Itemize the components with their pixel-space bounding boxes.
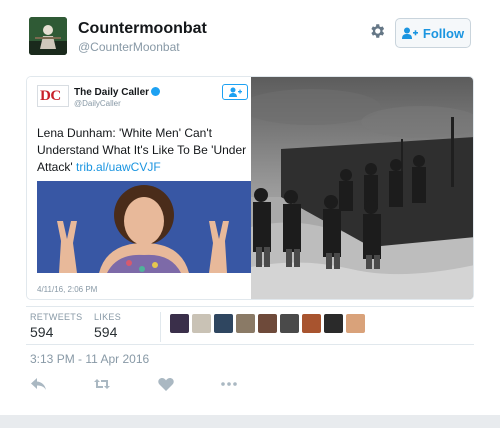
war-photo [251,77,473,299]
liker-avatar[interactable] [302,314,321,333]
source-follow-button [222,84,248,100]
retweet-icon[interactable] [93,376,111,392]
like-icon[interactable] [157,376,175,392]
reply-icon[interactable] [30,376,48,392]
embedded-headline: Lena Dunham: 'White Men' Can't Understan… [37,126,247,174]
follow-label: Follow [422,25,465,41]
retweets-label[interactable]: RETWEETS [30,312,82,322]
liker-avatar[interactable] [192,314,211,333]
liker-avatars [170,314,365,333]
embedded-link: trib.al/uawCVJF [75,160,161,174]
stats-separator [160,312,161,342]
source-handle: @DailyCaller [74,99,121,108]
liker-avatar[interactable] [214,314,233,333]
logo-text: DC [40,88,61,104]
gear-icon[interactable] [368,22,386,40]
likes-count[interactable]: 594 [94,324,117,340]
embedded-photo [37,181,251,273]
liker-avatar[interactable] [258,314,277,333]
tweet-card: Countermoonbat @CounterMoonbat Follow DC… [0,0,500,415]
user-avatar[interactable] [29,17,67,55]
likes-label[interactable]: LIKES [94,312,121,322]
follow-button[interactable]: Follow [395,18,471,48]
liker-avatar[interactable] [346,314,365,333]
avatar-image [29,17,67,55]
divider [26,344,474,345]
liker-avatar[interactable] [236,314,255,333]
tweet-media[interactable]: DC The Daily Caller @DailyCaller Lena Du… [26,76,474,300]
liker-avatar[interactable] [324,314,343,333]
liker-avatar[interactable] [280,314,299,333]
more-icon[interactable] [220,376,238,392]
liker-avatar[interactable] [170,314,189,333]
tweet-timestamp[interactable]: 3:13 PM - 11 Apr 2016 [30,352,149,366]
user-handle[interactable]: @CounterMoonbat [78,40,180,54]
source-name: The Daily Caller [74,87,161,98]
verified-icon [151,87,161,96]
add-user-icon [229,87,242,97]
embedded-tweet-screenshot: DC The Daily Caller @DailyCaller Lena Du… [27,77,251,299]
page-background-strip [0,415,500,428]
divider [26,306,474,307]
add-user-icon [401,27,418,39]
retweets-count[interactable]: 594 [30,324,53,340]
embedded-date: 4/11/16, 2:06 PM [37,285,98,294]
display-name[interactable]: Countermoonbat [78,20,207,38]
daily-caller-logo: DC [37,85,69,107]
